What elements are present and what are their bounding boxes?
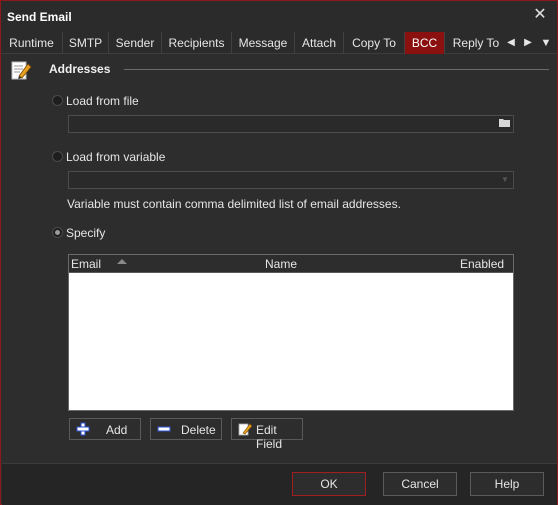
tab-sender[interactable]: Sender [109, 32, 162, 54]
content-panel: Addresses Load from file Load from varia… [2, 55, 557, 463]
specify-label[interactable]: Specify [66, 226, 105, 240]
tab-recipients[interactable]: Recipients [162, 32, 232, 54]
add-button-label: Add [106, 423, 128, 437]
tab-bar: Runtime SMTP Sender Recipients Message A… [1, 32, 557, 54]
plus-icon [76, 422, 90, 436]
variable-select[interactable]: ▼ [68, 171, 514, 189]
column-header-enabled[interactable]: Enabled [460, 257, 504, 271]
column-header-email[interactable]: Email [71, 257, 101, 271]
tab-menu-icon[interactable]: ▼ [538, 32, 554, 54]
edit-document-icon [11, 61, 32, 80]
tab-copy-to[interactable]: Copy To [344, 32, 405, 54]
add-button[interactable]: Add [69, 418, 141, 440]
addresses-grid[interactable]: Email Name Enabled [68, 254, 514, 411]
specify-radio[interactable] [52, 227, 63, 238]
browse-folder-icon[interactable] [498, 117, 512, 131]
dialog-title: Send Email [7, 10, 72, 24]
load-from-file-radio[interactable] [52, 95, 63, 106]
section-divider [124, 69, 549, 70]
cancel-button[interactable]: Cancel [383, 472, 457, 496]
delete-button[interactable]: Delete [150, 418, 222, 440]
column-header-name[interactable]: Name [265, 257, 297, 271]
load-from-file-label[interactable]: Load from file [66, 94, 139, 108]
edit-icon [238, 423, 252, 436]
tab-scroll-left-icon[interactable]: ◀ [503, 32, 519, 54]
minus-icon [157, 426, 171, 432]
tab-attach[interactable]: Attach [295, 32, 344, 54]
edit-field-button-label: Edit Field [256, 423, 283, 451]
chevron-down-icon[interactable]: ▼ [499, 174, 511, 186]
close-icon[interactable]: ✕ [531, 6, 549, 24]
load-from-variable-label[interactable]: Load from variable [66, 150, 165, 164]
edit-field-button[interactable]: Edit Field [231, 418, 303, 451]
title-bar: Send Email ✕ [1, 1, 557, 32]
tab-bcc[interactable]: BCC [405, 32, 445, 54]
dialog-footer: OK Cancel Help [2, 463, 557, 505]
tab-message[interactable]: Message [232, 32, 295, 54]
tab-reply-to[interactable]: Reply To [445, 32, 507, 54]
tab-runtime[interactable]: Runtime [1, 32, 63, 54]
load-from-variable-radio[interactable] [52, 151, 63, 162]
help-button[interactable]: Help [470, 472, 544, 496]
sort-ascending-icon [117, 259, 127, 264]
tab-scroll-right-icon[interactable]: ▶ [520, 32, 536, 54]
delete-button-label: Delete [181, 423, 216, 437]
file-path-input[interactable] [68, 115, 514, 133]
send-email-dialog: Send Email ✕ Runtime SMTP Sender Recipie… [0, 0, 558, 505]
section-title: Addresses [49, 62, 111, 76]
tab-smtp[interactable]: SMTP [63, 32, 109, 54]
grid-header: Email Name Enabled [69, 255, 513, 273]
ok-button[interactable]: OK [292, 472, 366, 496]
variable-hint-text: Variable must contain comma delimited li… [67, 197, 401, 211]
